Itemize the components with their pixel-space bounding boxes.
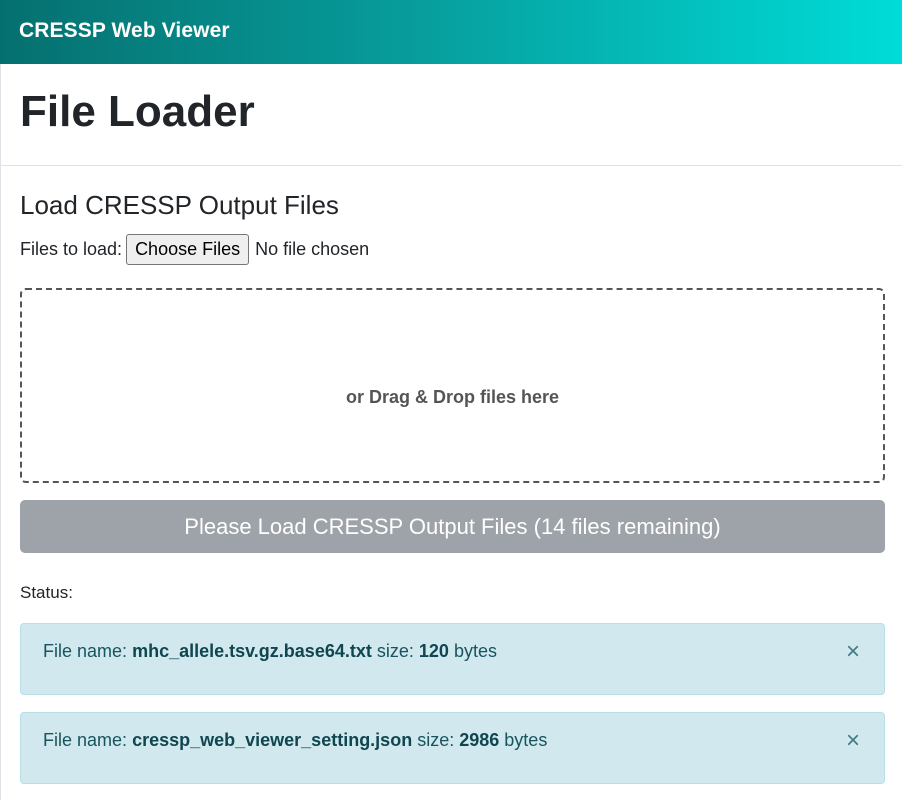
- file-name-prefix: File name:: [43, 641, 128, 661]
- navbar-brand[interactable]: CRESSP Web Viewer: [19, 19, 230, 43]
- status-label: Status:: [20, 583, 73, 602]
- main-content: Load CRESSP Output Files Files to load: …: [0, 166, 902, 800]
- navbar: CRESSP Web Viewer: [0, 0, 902, 64]
- size-unit: bytes: [504, 730, 548, 750]
- page-title: File Loader: [20, 87, 255, 136]
- files-label: Files to load:: [20, 238, 123, 259]
- size-value: 120: [418, 641, 449, 661]
- file-name-prefix: File name:: [43, 730, 128, 750]
- alert-text: File name: mhc_allele.tsv.gz.base64.txt …: [43, 641, 497, 662]
- section-title: Load CRESSP Output Files: [20, 190, 339, 220]
- file-name-value: mhc_allele.tsv.gz.base64.txt: [132, 641, 372, 661]
- size-value: 2986: [459, 730, 500, 750]
- drop-zone[interactable]: or Drag & Drop files here: [20, 288, 885, 483]
- file-name-value: cressp_web_viewer_setting.json: [132, 730, 413, 750]
- size-label: size:: [417, 730, 455, 750]
- drop-zone-text: or Drag & Drop files here: [345, 387, 560, 407]
- no-file-chosen-text: No file chosen: [255, 238, 370, 259]
- load-files-button[interactable]: Please Load CRESSP Output Files (14 file…: [20, 500, 885, 553]
- close-icon[interactable]: ×: [846, 729, 860, 753]
- size-label: size:: [376, 641, 414, 661]
- alert-text: File name: cressp_web_viewer_setting.jso…: [43, 730, 547, 751]
- status-alert: File name: mhc_allele.tsv.gz.base64.txt …: [20, 623, 885, 695]
- file-input-row: Files to load: Choose Files No file chos…: [20, 233, 369, 265]
- size-unit: bytes: [453, 641, 497, 661]
- close-icon[interactable]: ×: [846, 640, 860, 664]
- page-header: File Loader: [0, 64, 902, 166]
- choose-files-button[interactable]: Choose Files: [126, 233, 250, 265]
- status-alert: File name: cressp_web_viewer_setting.jso…: [20, 712, 885, 784]
